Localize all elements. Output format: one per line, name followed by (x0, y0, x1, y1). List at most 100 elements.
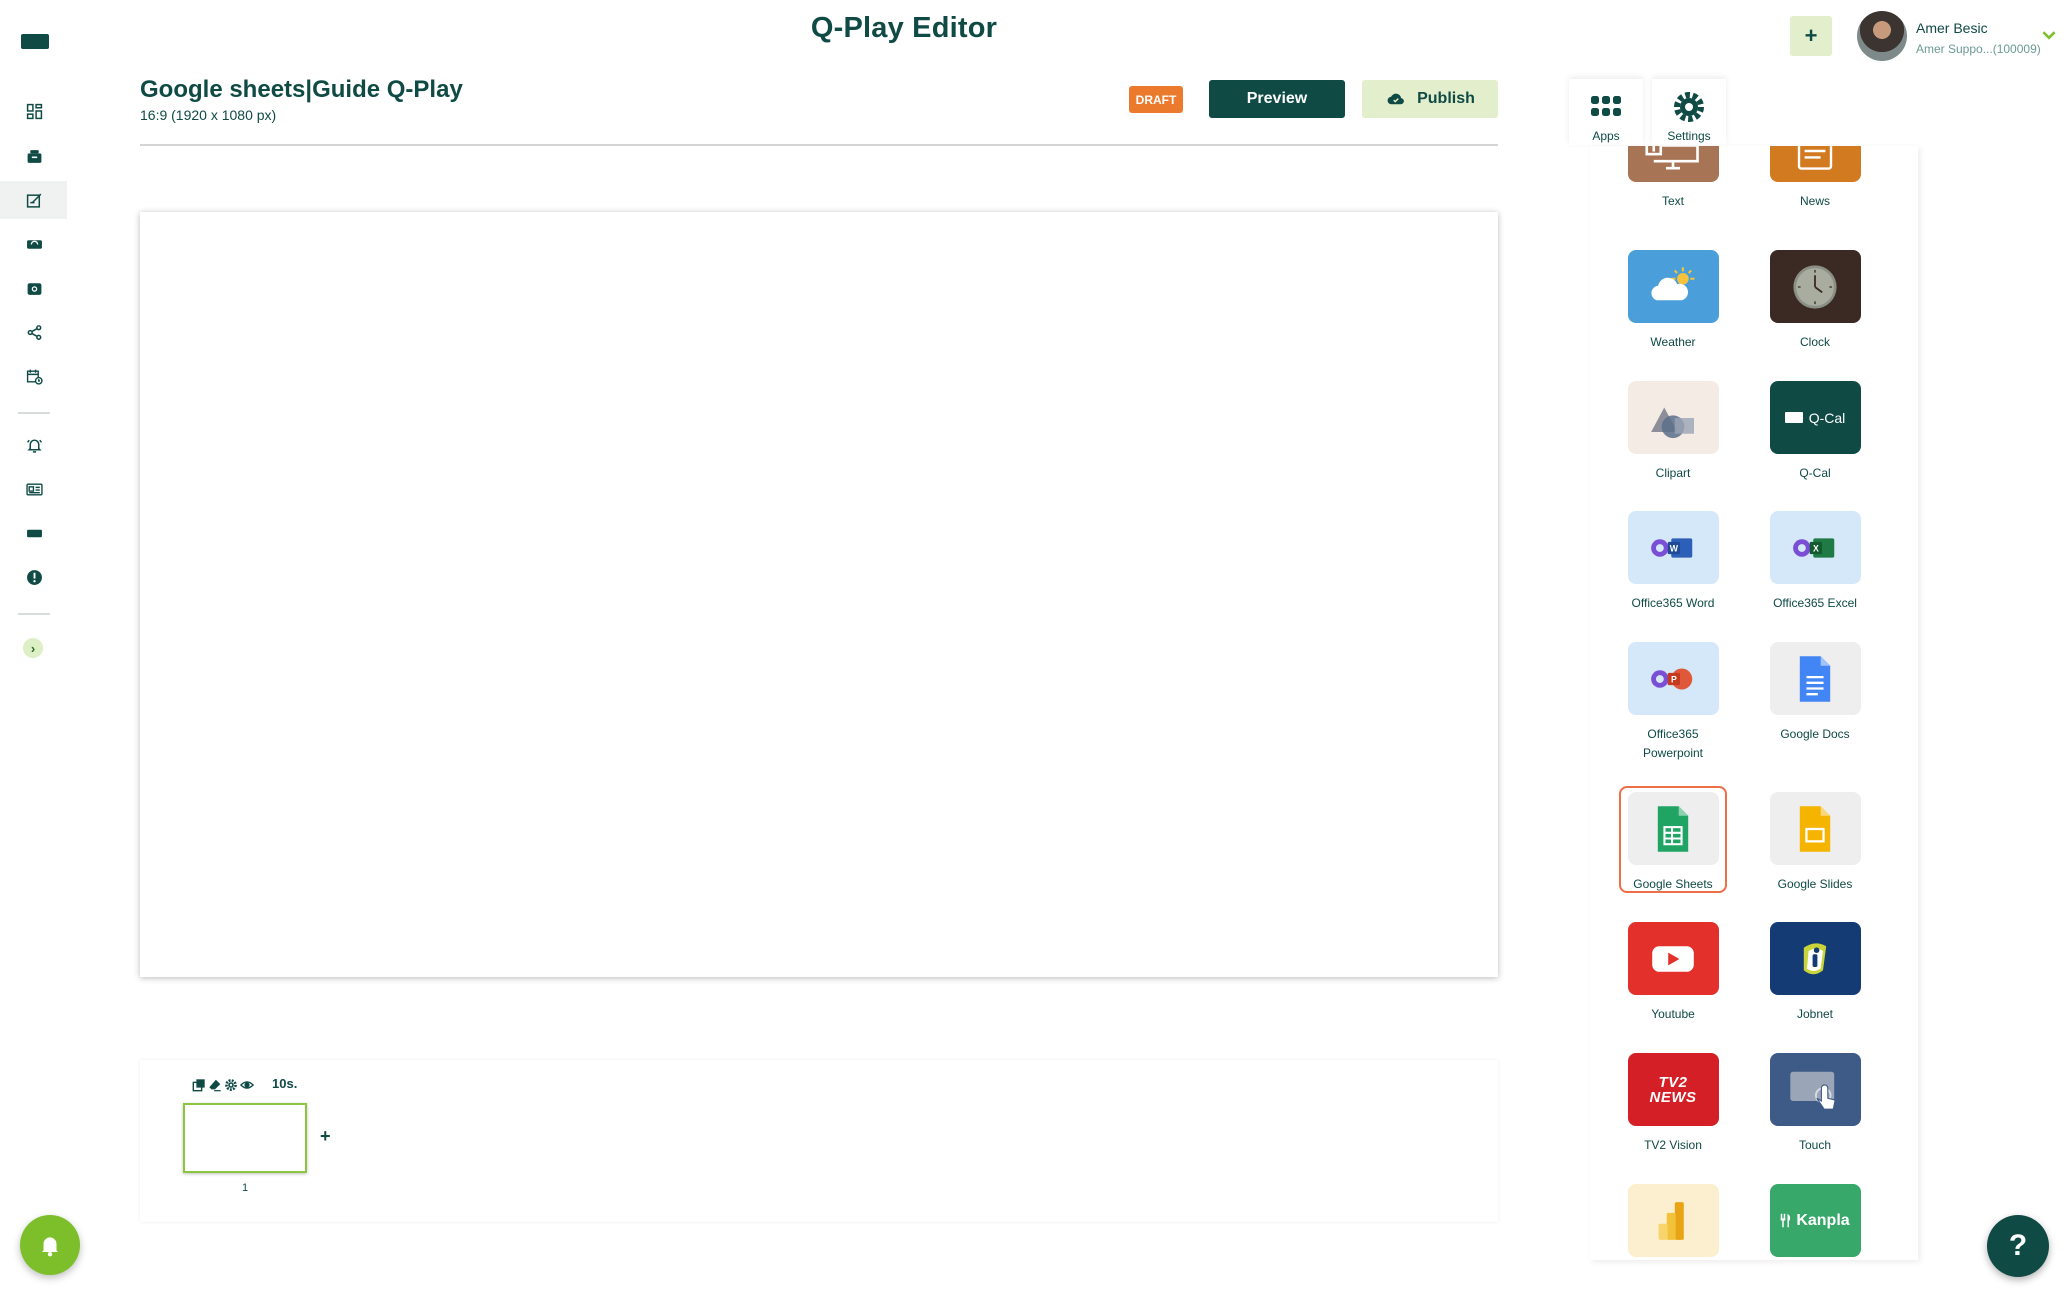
app-clipart[interactable]: Clipart (1625, 381, 1721, 483)
chevron-down-icon[interactable] (2040, 26, 2058, 44)
user-organization[interactable]: Amer Suppo...(100009) (1916, 42, 2041, 56)
youtube-icon (1627, 922, 1719, 995)
cloud-upload-icon (1387, 93, 1404, 105)
eraser-icon[interactable] (208, 1078, 222, 1092)
google-slides-icon (1769, 792, 1861, 865)
powerpoint-icon: P (1627, 642, 1719, 715)
powerbi-icon (1627, 1184, 1719, 1257)
app-label: Office365 Excel (1773, 596, 1857, 610)
tab-apps-label: Apps (1592, 129, 1620, 143)
avatar[interactable] (1857, 11, 1907, 61)
app-label: News (1799, 194, 1830, 208)
news-icon (1769, 146, 1861, 182)
sidebar: › (0, 0, 80, 1294)
slide-thumbnail[interactable] (183, 1103, 307, 1173)
copy-icon[interactable] (192, 1078, 206, 1092)
status-badge: DRAFT (1129, 86, 1183, 113)
app-google-sheets[interactable]: Google Sheets (1625, 792, 1721, 894)
alarm-icon[interactable] (22, 433, 46, 457)
app-office365-word[interactable]: W Office365 Word (1625, 511, 1721, 613)
dashboard-icon[interactable] (22, 99, 46, 123)
app-powerbi[interactable] (1625, 1184, 1721, 1260)
touch-icon (1769, 1053, 1861, 1126)
tab-settings[interactable]: Settings (1652, 79, 1726, 145)
google-docs-icon (1769, 642, 1861, 715)
app-label: Clock (1799, 335, 1830, 349)
tab-apps[interactable]: Apps (1569, 79, 1643, 145)
display-icon[interactable] (22, 521, 46, 545)
editor-icon[interactable] (22, 188, 46, 212)
app-label: Clipart (1655, 466, 1691, 480)
preview-button[interactable]: Preview (1209, 80, 1345, 118)
clipart-icon (1627, 381, 1719, 454)
alert-icon[interactable] (22, 565, 46, 589)
app-touch[interactable]: Touch (1767, 1053, 1863, 1155)
weather-icon (1627, 250, 1719, 323)
jobnet-icon (1769, 922, 1861, 995)
svg-text:W: W (1670, 543, 1679, 553)
qcal-icon: Q-Cal (1769, 381, 1861, 454)
app-label: Youtube (1651, 1007, 1695, 1021)
app-jobnet[interactable]: Jobnet (1767, 922, 1863, 1024)
slide-number: 1 (242, 1182, 249, 1194)
app-label: Google Docs (1780, 727, 1850, 741)
app-label: Jobnet (1796, 1007, 1834, 1021)
slide-timeline: 10s. 1 + (140, 1060, 1498, 1222)
excel-icon: X (1769, 511, 1861, 584)
app-youtube[interactable]: Youtube (1625, 922, 1721, 1024)
user-name[interactable]: Amer Besic (1916, 20, 1988, 36)
eye-icon[interactable] (240, 1078, 254, 1092)
slide-canvas[interactable] (140, 212, 1498, 977)
google-sheets-icon (1627, 792, 1719, 865)
help-button[interactable]: ? (1987, 1215, 2049, 1277)
app-label: Office365 Word (1631, 596, 1715, 610)
screen-icon[interactable] (22, 232, 46, 256)
svg-text:X: X (1813, 543, 1819, 553)
app-label: Google Sheets (1633, 877, 1713, 891)
sidebar-divider (18, 412, 50, 414)
publish-label: Publish (1417, 90, 1475, 107)
document-resolution: 16:9 (1920 x 1080 px) (140, 107, 277, 123)
app-text[interactable]: Text (1625, 146, 1721, 211)
app-label: Touch (1798, 1138, 1832, 1152)
header-divider (140, 144, 1498, 146)
inbox-icon[interactable] (22, 144, 46, 168)
schedule-icon[interactable] (22, 364, 46, 388)
id-card-icon[interactable] (22, 477, 46, 501)
app-weather[interactable]: Weather (1625, 250, 1721, 352)
tab-settings-label: Settings (1667, 129, 1711, 143)
share-icon[interactable] (22, 320, 46, 344)
text-icon (1627, 146, 1719, 182)
slide-toolbar (192, 1078, 254, 1092)
word-icon: W (1627, 511, 1719, 584)
app-tv2-vision[interactable]: TV2 NEWS TV2 Vision (1625, 1053, 1721, 1155)
app-clock[interactable]: Clock (1767, 250, 1863, 352)
app-google-slides[interactable]: Google Slides (1767, 792, 1863, 894)
media-icon[interactable] (22, 276, 46, 300)
app-label: TV2 Vision (1644, 1138, 1702, 1152)
tv2-icon: TV2 NEWS (1627, 1053, 1719, 1126)
app-news[interactable]: News (1767, 146, 1863, 211)
slide-duration[interactable]: 10s. (272, 1076, 297, 1091)
chevron-right-icon[interactable]: › (23, 638, 43, 658)
sidebar-divider (18, 613, 50, 615)
apps-panel: Text News Weather Clock Clipart Q-Cal Q-… (1590, 146, 1918, 1260)
notification-bell-button[interactable] (20, 1215, 80, 1275)
app-kanpla[interactable]: Kanpla (1767, 1184, 1863, 1260)
app-office365-powerpoint[interactable]: P Office365 Powerpoint (1625, 642, 1721, 763)
grid-icon (1591, 96, 1621, 116)
gear-icon[interactable] (224, 1078, 238, 1092)
add-button[interactable]: + (1790, 16, 1832, 56)
app-office365-excel[interactable]: X Office365 Excel (1767, 511, 1863, 613)
app-label: Google Slides (1777, 877, 1853, 891)
app-qcal[interactable]: Q-Cal Q-Cal (1767, 381, 1863, 483)
document-title[interactable]: Google sheets|Guide Q-Play (140, 76, 463, 104)
publish-button[interactable]: Publish (1362, 80, 1498, 118)
app-label: Text (1661, 194, 1684, 208)
app-label: Q-Cal (1799, 466, 1831, 480)
app-title: Q-Play Editor (810, 12, 998, 44)
add-slide-button[interactable]: + (320, 1126, 331, 1147)
clock-icon (1769, 250, 1861, 323)
app-google-docs[interactable]: Google Docs (1767, 642, 1863, 744)
gear-icon (1674, 92, 1704, 122)
